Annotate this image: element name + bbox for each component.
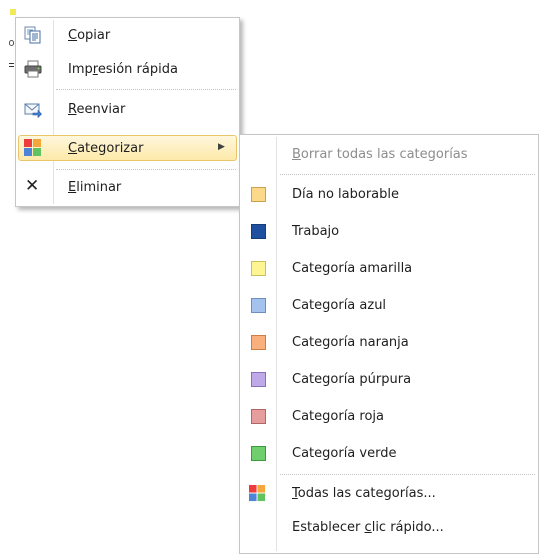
menu-separator <box>56 89 236 90</box>
menu-separator <box>280 174 535 175</box>
menu-item-copy[interactable]: Copiar <box>18 24 237 48</box>
menu-item-category[interactable]: Trabajo <box>242 220 536 244</box>
submenu-arrow-icon: ▶ <box>218 142 225 152</box>
background-item-marker <box>9 40 14 46</box>
copy-icon <box>24 26 41 44</box>
menu-item-label: Categoría roja <box>292 409 384 424</box>
background-item-marker <box>9 66 14 67</box>
forward-mail-icon <box>24 103 42 118</box>
menu-separator <box>280 474 535 475</box>
printer-icon <box>24 60 42 78</box>
category-color-swatch <box>251 372 266 387</box>
menu-item-clear-categories[interactable]: Borrar todas las categorías <box>242 143 536 167</box>
menu-item-forward[interactable]: Reenviar <box>18 98 237 122</box>
menu-item-categorize[interactable]: Categorizar ▶ <box>18 135 237 161</box>
menu-item-label: Categoría azul <box>292 298 387 313</box>
category-color-swatch <box>251 224 266 239</box>
menu-item-category[interactable]: Categoría verde <box>242 442 536 466</box>
menu-item-label: Impresión rápida <box>68 62 178 77</box>
category-color-swatch <box>251 335 266 350</box>
menu-item-label: Categorizar <box>68 141 144 156</box>
menu-item-label: Eliminar <box>68 180 122 195</box>
menu-item-label: Reenviar <box>68 102 126 117</box>
background-item-marker <box>10 9 16 15</box>
category-color-swatch <box>251 187 266 202</box>
menu-item-label: Todas las categorías... <box>292 486 436 501</box>
menu-item-category[interactable]: Categoría roja <box>242 405 536 429</box>
delete-icon: ✕ <box>25 176 40 196</box>
category-submenu: Borrar todas las categorías Día no labor… <box>239 134 539 554</box>
menu-separator <box>56 169 236 170</box>
menu-item-label: Trabajo <box>292 224 340 239</box>
menu-item-label: Categoría naranja <box>292 335 409 350</box>
menu-item-category[interactable]: Día no laborable <box>242 183 536 207</box>
menu-item-category[interactable]: Categoría naranja <box>242 331 536 355</box>
categorize-icon <box>249 485 266 502</box>
menu-item-label: Borrar todas las categorías <box>292 147 468 162</box>
menu-item-delete[interactable]: ✕ Eliminar <box>18 176 237 200</box>
menu-item-all-categories[interactable]: Todas las categorías... <box>242 482 536 506</box>
background-item-marker <box>9 63 14 64</box>
menu-item-quick-print[interactable]: Impresión rápida <box>18 58 237 82</box>
menu-item-set-quick-click[interactable]: Establecer clic rápido... <box>242 516 536 540</box>
menu-item-category[interactable]: Categoría azul <box>242 294 536 318</box>
menu-item-label: Categoría púrpura <box>292 372 412 387</box>
category-color-swatch <box>251 298 266 313</box>
menu-item-label: Categoría amarilla <box>292 261 413 276</box>
menu-item-category[interactable]: Categoría amarilla <box>242 257 536 281</box>
menu-item-category[interactable]: Categoría púrpura <box>242 368 536 392</box>
menu-item-label: Día no laborable <box>292 187 400 202</box>
menu-item-label: Copiar <box>68 28 111 43</box>
context-menu: Copiar Impresión rápida Reenviar Categor… <box>15 17 240 207</box>
menu-item-label: Categoría verde <box>292 446 397 461</box>
categorize-icon <box>24 139 41 156</box>
menu-item-label: Establecer clic rápido... <box>292 520 444 535</box>
category-color-swatch <box>251 261 266 276</box>
category-color-swatch <box>251 409 266 424</box>
category-color-swatch <box>251 446 266 461</box>
